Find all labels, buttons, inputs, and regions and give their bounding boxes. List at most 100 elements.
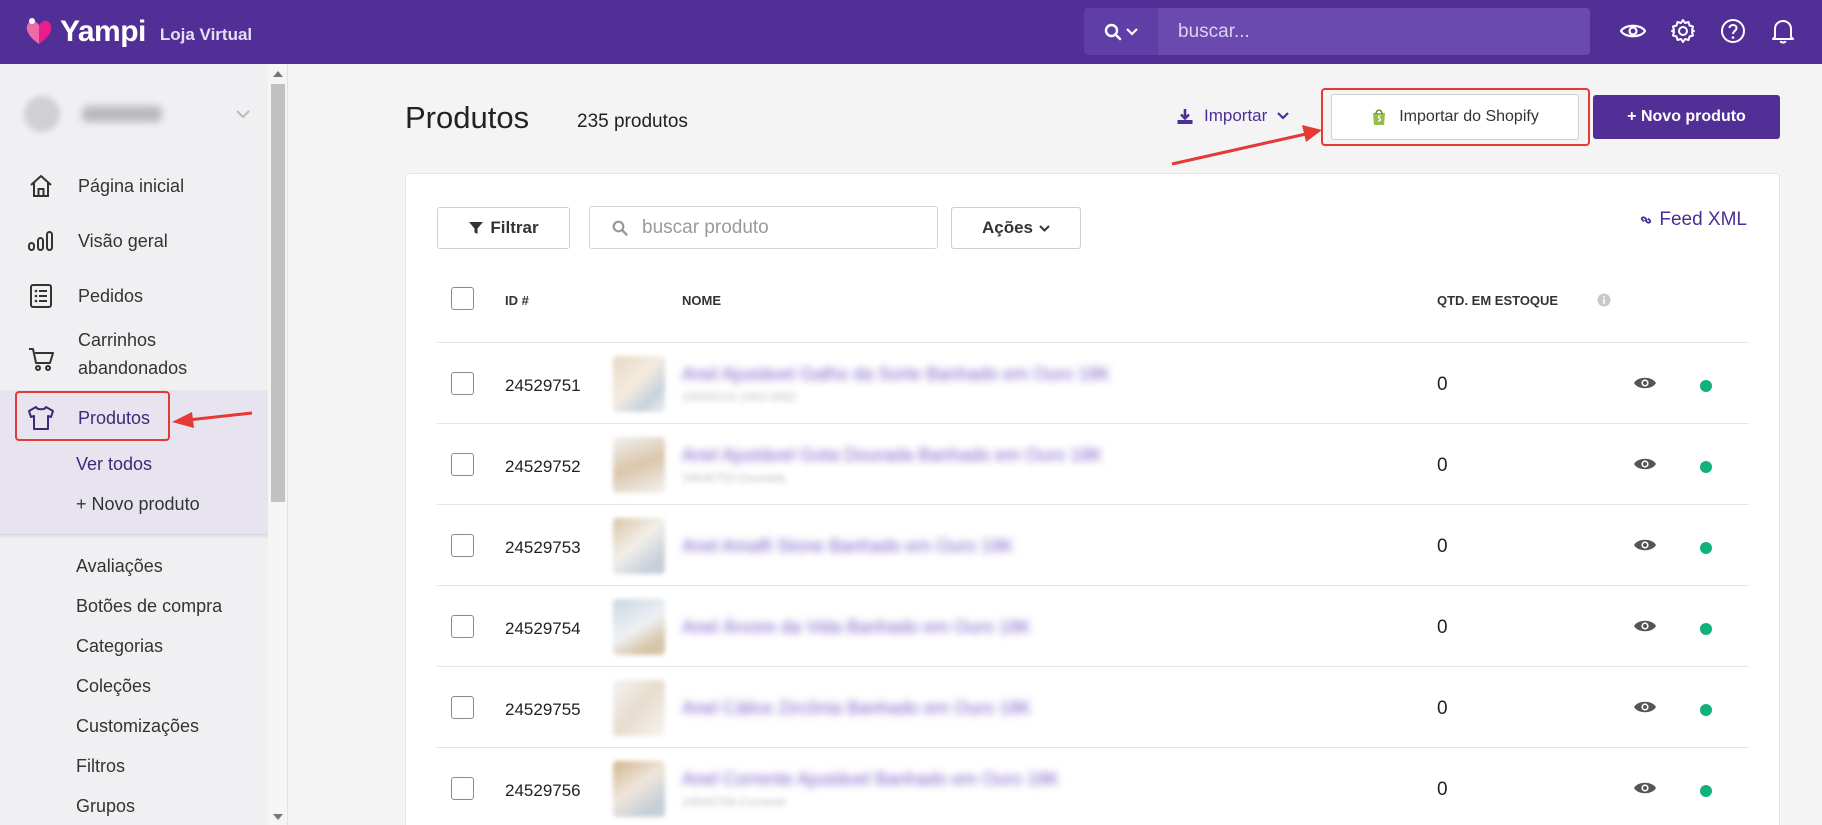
row-checkbox[interactable] — [451, 696, 474, 719]
product-name[interactable]: Anel Ajustável Gota Dourada Banhado em O… — [682, 445, 1102, 465]
sidebar-subitem-view-all[interactable]: Ver todos — [76, 454, 152, 475]
sidebar-item-customizations[interactable]: Customizações — [76, 716, 199, 737]
global-search-input[interactable] — [1158, 8, 1590, 55]
product-name[interactable]: Anel Árvore da Vida Banhado em Ouro 18K — [682, 617, 1031, 637]
chevron-down-icon — [236, 109, 250, 118]
status-active-dot — [1700, 785, 1712, 797]
product-thumbnail[interactable] — [613, 518, 665, 574]
sidebar-item-categories[interactable]: Categorias — [76, 636, 163, 657]
row-checkbox[interactable] — [451, 777, 474, 800]
sidebar-scrollbar[interactable] — [268, 64, 288, 825]
product-id: 24529756 — [505, 781, 581, 800]
stock-quantity: 0 — [1437, 779, 1448, 800]
row-checkbox[interactable] — [451, 453, 474, 476]
product-sku: 24545756-Corrente — [682, 795, 787, 809]
info-icon[interactable] — [1597, 293, 1611, 307]
funnel-icon — [469, 222, 484, 234]
sidebar-item-buy-buttons[interactable]: Botões de compra — [76, 596, 222, 617]
sidebar: Página inicial Visão geral Pedidos Carri… — [0, 64, 268, 825]
product-name[interactable]: Anel Ajustável Galho da Sorte Banhado em… — [682, 364, 1110, 384]
sidebar-item-abandoned-carts[interactable]: Carrinhos abandonados — [0, 326, 268, 384]
product-name[interactable]: Anel Corrente Ajustável Banhado em Ouro … — [682, 769, 1059, 789]
view-eye-icon[interactable] — [1633, 617, 1657, 635]
product-thumbnail[interactable] — [613, 356, 665, 412]
bell-icon[interactable] — [1768, 16, 1798, 46]
scroll-down-arrow-icon[interactable] — [273, 814, 283, 820]
product-thumbnail[interactable] — [613, 437, 665, 493]
scrollbar-thumb[interactable] — [271, 84, 285, 502]
table-row[interactable]: 24529753 Anel Amalfi Stone Banhado em Ou… — [437, 506, 1749, 586]
help-icon[interactable] — [1718, 16, 1748, 46]
table-header: ID # NOME QTD. EM ESTOQUE — [437, 271, 1749, 343]
product-thumbnail[interactable] — [613, 680, 665, 736]
scroll-up-arrow-icon[interactable] — [273, 71, 283, 77]
feed-xml-label: Feed XML — [1659, 209, 1747, 230]
table-row[interactable]: 24529755 Anel Cálice Zircônia Banhado em… — [437, 668, 1749, 748]
sidebar-item-home[interactable]: Página inicial — [0, 166, 268, 206]
product-search — [589, 206, 938, 249]
status-active-dot — [1700, 704, 1712, 716]
search-type-dropdown[interactable] — [1084, 8, 1158, 55]
avatar — [24, 96, 60, 132]
stock-quantity: 0 — [1437, 698, 1448, 719]
stock-quantity: 0 — [1437, 455, 1448, 476]
search-icon — [1104, 23, 1122, 40]
actions-label: Ações — [981, 218, 1034, 237]
preview-eye-icon[interactable] — [1618, 16, 1648, 46]
sidebar-item-collections[interactable]: Coleções — [76, 676, 151, 697]
view-eye-icon[interactable] — [1633, 374, 1657, 392]
select-all-checkbox[interactable] — [451, 287, 474, 310]
import-shopify-button[interactable]: Importar do Shopify — [1331, 94, 1579, 140]
row-checkbox[interactable] — [451, 372, 474, 395]
product-thumbnail[interactable] — [613, 761, 665, 817]
product-search-input[interactable] — [642, 216, 922, 239]
feed-xml-link[interactable]: Feed XML — [1639, 209, 1747, 231]
product-id: 24529755 — [505, 700, 581, 719]
product-name[interactable]: Anel Amalfi Stone Banhado em Ouro 18K — [682, 536, 1013, 556]
sidebar-item-filters[interactable]: Filtros — [76, 756, 125, 777]
column-header-name: NOME — [682, 293, 721, 308]
actions-dropdown-button[interactable]: Ações — [951, 207, 1081, 249]
row-checkbox[interactable] — [451, 615, 474, 638]
column-header-stock: QTD. EM ESTOQUE — [1437, 293, 1559, 308]
link-icon — [1641, 216, 1652, 224]
search-icon — [612, 220, 628, 236]
import-dropdown-button[interactable]: Importar — [1176, 106, 1290, 126]
sidebar-item-label: Pedidos — [78, 286, 144, 306]
row-checkbox[interactable] — [451, 534, 474, 557]
chevron-down-icon — [1277, 112, 1290, 120]
product-count: 235 produtos — [577, 111, 688, 132]
product-name[interactable]: Anel Cálice Zircônia Banhado em Ouro 18K — [682, 698, 1031, 718]
view-eye-icon[interactable] — [1633, 536, 1657, 554]
view-eye-icon[interactable] — [1633, 455, 1657, 473]
top-icons — [1618, 16, 1798, 46]
column-header-id: ID # — [505, 293, 529, 308]
table-row[interactable]: 24529751 Anel Ajustável Galho da Sorte B… — [437, 344, 1749, 424]
view-eye-icon[interactable] — [1633, 698, 1657, 716]
filter-label: Filtrar — [490, 218, 539, 237]
stock-quantity: 0 — [1437, 617, 1448, 638]
table-row[interactable]: 24529752 Anel Ajustável Gota Dourada Ban… — [437, 425, 1749, 505]
sidebar-item-orders[interactable]: Pedidos — [0, 276, 268, 316]
sidebar-item-groups[interactable]: Grupos — [76, 796, 135, 817]
brand[interactable]: Yampi Loja Virtual — [24, 15, 252, 49]
sidebar-item-overview[interactable]: Visão geral — [0, 221, 268, 261]
product-thumbnail[interactable] — [613, 599, 665, 655]
sidebar-item-reviews[interactable]: Avaliações — [76, 556, 163, 577]
gear-icon[interactable] — [1668, 16, 1698, 46]
home-icon — [26, 171, 56, 201]
sidebar-item-label: Página inicial — [78, 176, 185, 196]
table-row[interactable]: 24529756 Anel Corrente Ajustável Banhado… — [437, 749, 1749, 825]
view-eye-icon[interactable] — [1633, 779, 1657, 797]
chevron-down-icon — [1039, 224, 1050, 232]
highlight-box-products — [15, 391, 170, 441]
chevron-down-icon — [1126, 27, 1138, 36]
list-icon — [26, 281, 56, 311]
sidebar-subitem-new-product[interactable]: + Novo produto — [76, 494, 200, 515]
store-selector[interactable] — [24, 90, 254, 138]
filter-button[interactable]: Filtrar — [437, 207, 570, 249]
table-row[interactable]: 24529754 Anel Árvore da Vida Banhado em … — [437, 587, 1749, 667]
sidebar-item-label-line2: abandonados — [78, 358, 188, 378]
new-product-button[interactable]: + Novo produto — [1593, 95, 1780, 139]
stock-quantity: 0 — [1437, 374, 1448, 395]
